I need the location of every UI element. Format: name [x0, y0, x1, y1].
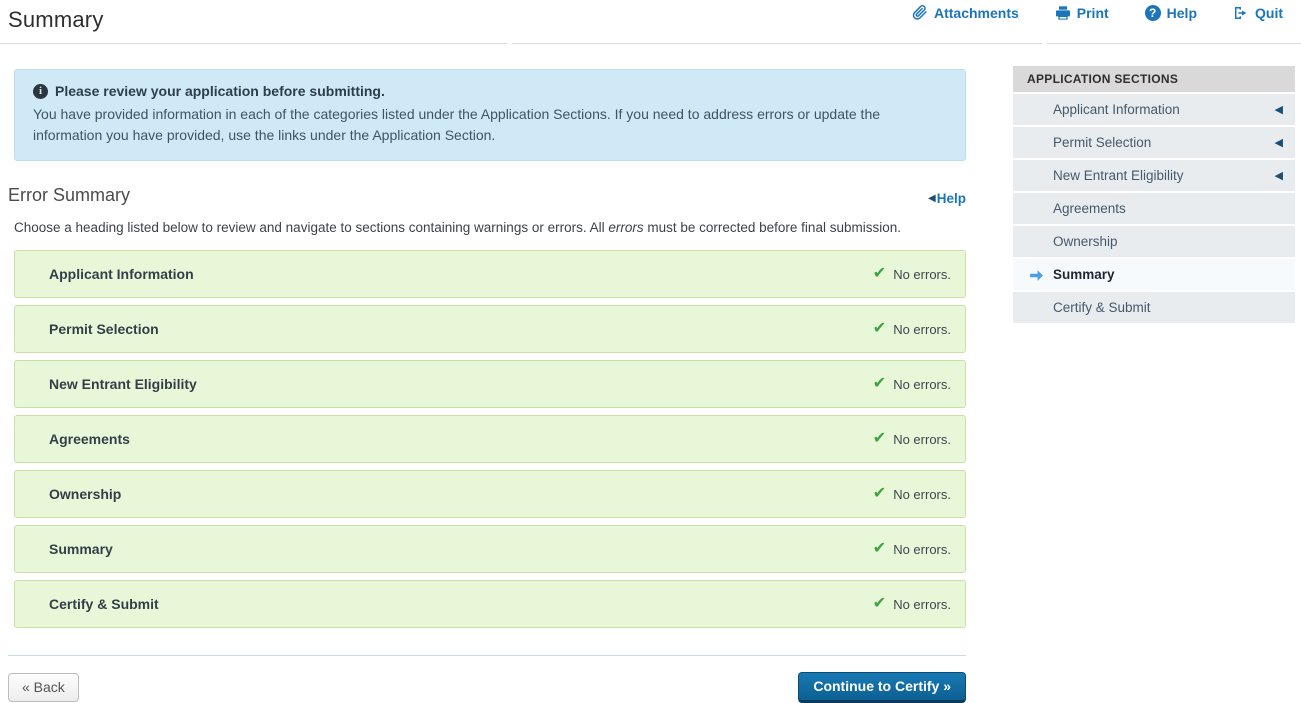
error-summary-header: Error Summary ◀ Help	[8, 185, 966, 206]
review-notice-box: i Please review your application before …	[14, 69, 966, 161]
section-row-ownership[interactable]: Ownership ✔ No errors.	[14, 470, 966, 518]
section-row-status: ✔ No errors.	[873, 431, 951, 447]
sidebar-item-agreements[interactable]: Agreements	[1013, 193, 1295, 226]
status-text: No errors.	[893, 431, 951, 447]
footer-buttons: « Back Continue to Certify »	[8, 672, 966, 703]
attachments-link[interactable]: Attachments	[911, 4, 1019, 21]
error-summary-title: Error Summary	[8, 185, 131, 205]
sidebar-item-label: Summary	[1053, 267, 1115, 282]
status-text: No errors.	[893, 596, 951, 612]
page-header: Summary Attachments Print ? Help Quit	[0, 0, 1301, 43]
current-section-arrow-icon	[1028, 267, 1045, 287]
check-icon: ✔	[872, 375, 887, 392]
info-icon: i	[33, 83, 48, 99]
chevron-left-icon: ◀	[928, 193, 936, 204]
sidebar-item-certify-submit[interactable]: Certify & Submit	[1013, 292, 1295, 325]
section-row-status: ✔ No errors.	[873, 376, 951, 392]
sidebar-item-ownership[interactable]: Ownership	[1013, 226, 1295, 259]
sidebar-item-summary[interactable]: Summary	[1013, 259, 1295, 292]
continue-to-certify-button[interactable]: Continue to Certify »	[798, 672, 966, 703]
print-link[interactable]: Print	[1055, 5, 1109, 21]
sidebar-item-permit-selection[interactable]: Permit Selection ◀	[1013, 127, 1295, 160]
print-label: Print	[1076, 4, 1109, 21]
check-icon: ✔	[872, 485, 887, 502]
collapse-triangle-icon[interactable]: ◀	[1275, 136, 1283, 149]
status-text: No errors.	[893, 266, 951, 282]
sidebar-item-label: Applicant Information	[1053, 102, 1180, 117]
section-row-status: ✔ No errors.	[873, 266, 951, 282]
footer-divider	[8, 655, 966, 656]
section-row-status: ✔ No errors.	[873, 321, 951, 337]
question-circle-icon: ?	[1144, 4, 1161, 21]
instructions-prefix: Choose a heading listed below to review …	[14, 220, 609, 235]
section-row-label: Summary	[49, 541, 113, 557]
sidebar-item-new-entrant-eligibility[interactable]: New Entrant Eligibility ◀	[1013, 160, 1295, 193]
status-text: No errors.	[893, 376, 951, 392]
notice-heading: i Please review your application before …	[33, 83, 947, 99]
error-summary-list: Applicant Information ✔ No errors. Permi…	[14, 250, 966, 628]
section-row-label: Applicant Information	[49, 266, 194, 282]
paperclip-icon	[911, 4, 928, 21]
sidebar-item-label: Certify & Submit	[1053, 300, 1151, 315]
status-text: No errors.	[893, 486, 951, 502]
help-link-label: Help	[936, 191, 966, 206]
status-text: No errors.	[893, 541, 951, 557]
error-summary-instructions: Choose a heading listed below to review …	[14, 220, 966, 235]
attachments-label: Attachments	[933, 4, 1019, 21]
section-row-label: Ownership	[49, 486, 122, 502]
check-icon: ✔	[872, 595, 887, 612]
instructions-italic: errors	[608, 220, 644, 235]
sidebar-item-label: Ownership	[1053, 234, 1118, 249]
sign-out-icon	[1233, 5, 1249, 21]
section-row-permit-selection[interactable]: Permit Selection ✔ No errors.	[14, 305, 966, 353]
sidebar-item-label: New Entrant Eligibility	[1053, 168, 1184, 183]
back-button[interactable]: « Back	[8, 673, 79, 702]
section-row-status: ✔ No errors.	[873, 486, 951, 502]
check-icon: ✔	[872, 430, 887, 447]
main-content: i Please review your application before …	[8, 44, 966, 703]
section-row-status: ✔ No errors.	[873, 596, 951, 612]
section-row-label: New Entrant Eligibility	[49, 376, 197, 392]
error-summary-help-link[interactable]: ◀ Help	[928, 191, 966, 206]
sidebar-item-label: Permit Selection	[1053, 135, 1152, 150]
section-row-label: Permit Selection	[49, 321, 159, 337]
section-row-status: ✔ No errors.	[873, 541, 951, 557]
notice-body: You have provided information in each of…	[33, 106, 881, 143]
section-row-applicant-information[interactable]: Applicant Information ✔ No errors.	[14, 250, 966, 298]
section-row-summary[interactable]: Summary ✔ No errors.	[14, 525, 966, 573]
help-label-top: Help	[1166, 4, 1197, 21]
status-text: No errors.	[893, 321, 951, 337]
quit-link[interactable]: Quit	[1233, 5, 1283, 21]
section-row-label: Agreements	[49, 431, 130, 447]
header-actions: Attachments Print ? Help Quit	[911, 4, 1283, 21]
sidebar-title: APPLICATION SECTIONS	[1013, 66, 1295, 94]
section-row-label: Certify & Submit	[49, 596, 159, 612]
notice-heading-text: Please review your application before su…	[55, 83, 385, 99]
collapse-triangle-icon[interactable]: ◀	[1275, 103, 1283, 116]
section-row-agreements[interactable]: Agreements ✔ No errors.	[14, 415, 966, 463]
check-icon: ✔	[872, 320, 887, 337]
check-icon: ✔	[872, 265, 887, 282]
section-row-certify-submit[interactable]: Certify & Submit ✔ No errors.	[14, 580, 966, 628]
sidebar-item-applicant-information[interactable]: Applicant Information ◀	[1013, 94, 1295, 127]
check-icon: ✔	[872, 540, 887, 557]
section-row-new-entrant-eligibility[interactable]: New Entrant Eligibility ✔ No errors.	[14, 360, 966, 408]
instructions-suffix: must be corrected before final submissio…	[643, 220, 901, 235]
quit-label: Quit	[1255, 4, 1283, 21]
sidebar-item-label: Agreements	[1053, 201, 1126, 216]
collapse-triangle-icon[interactable]: ◀	[1275, 169, 1283, 182]
printer-icon	[1055, 5, 1071, 21]
help-link-top[interactable]: ? Help	[1144, 4, 1197, 21]
application-sections-sidebar: APPLICATION SECTIONS Applicant Informati…	[1013, 66, 1295, 325]
